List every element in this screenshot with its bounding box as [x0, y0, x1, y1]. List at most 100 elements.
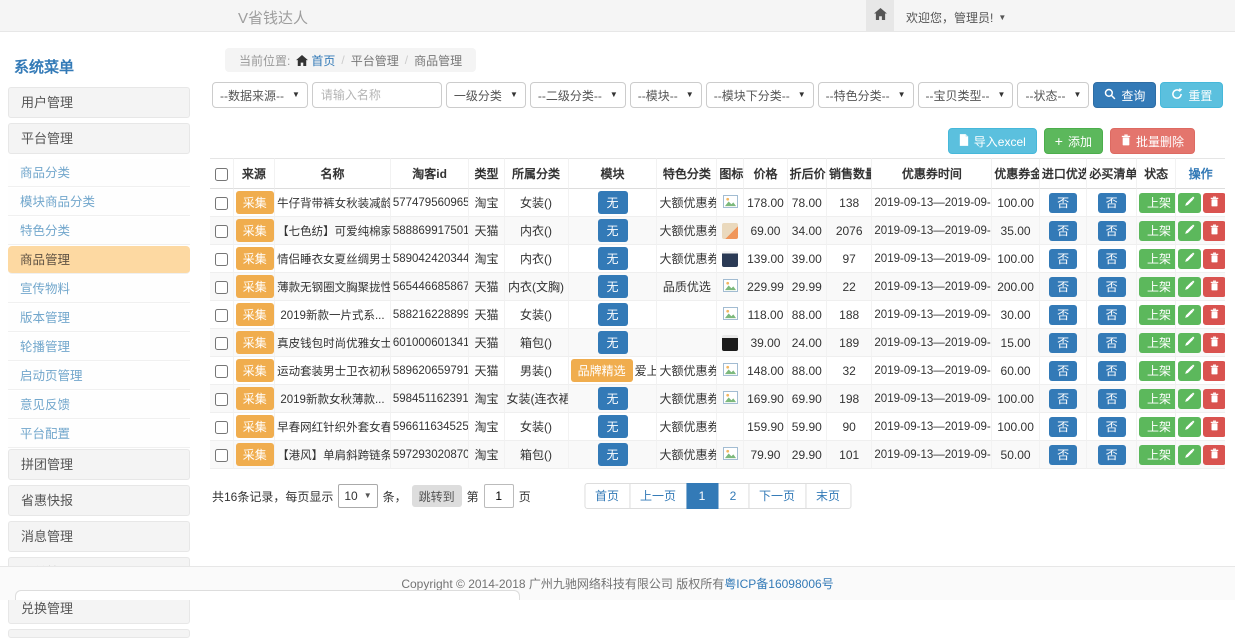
row-checkbox[interactable] — [215, 253, 228, 266]
row-checkbox[interactable] — [215, 225, 228, 238]
jump-to-button[interactable]: 跳转到 — [412, 485, 462, 507]
delete-button[interactable] — [1203, 445, 1225, 465]
import-optimal-toggle[interactable]: 否 — [1049, 417, 1077, 437]
status-button[interactable]: 上架 — [1139, 221, 1175, 241]
sidebar-item-3[interactable]: 商品分类 — [8, 159, 190, 187]
filter-select-5[interactable]: --模块--▼ — [630, 82, 702, 108]
delete-button[interactable] — [1203, 221, 1225, 241]
must-buy-toggle[interactable]: 否 — [1098, 249, 1126, 269]
row-checkbox[interactable] — [215, 281, 228, 294]
last-page-button[interactable]: 末页 — [805, 483, 851, 509]
icp-link[interactable]: 粤ICP备16098006号 — [724, 575, 833, 592]
sidebar-item-11[interactable]: 意见反馈 — [8, 391, 190, 419]
delete-button[interactable] — [1203, 417, 1225, 437]
must-buy-toggle[interactable]: 否 — [1098, 333, 1126, 353]
status-button[interactable]: 上架 — [1139, 277, 1175, 297]
must-buy-toggle[interactable]: 否 — [1098, 277, 1126, 297]
must-buy-toggle[interactable]: 否 — [1098, 305, 1126, 325]
import-optimal-toggle[interactable]: 否 — [1049, 333, 1077, 353]
import-optimal-toggle[interactable]: 否 — [1049, 361, 1077, 381]
prev-page-button[interactable]: 上一页 — [629, 483, 687, 509]
sidebar-item-1[interactable]: 用户管理 — [8, 87, 190, 118]
row-checkbox[interactable] — [215, 197, 228, 210]
import-optimal-toggle[interactable]: 否 — [1049, 389, 1077, 409]
breadcrumb-home-link[interactable]: 首页 — [296, 52, 335, 69]
filter-select-6[interactable]: --模块下分类--▼ — [706, 82, 814, 108]
reset-button[interactable]: 重置 — [1160, 82, 1223, 108]
sidebar-item-10[interactable]: 启动页管理 — [8, 362, 190, 390]
sidebar-item-9[interactable]: 轮播管理 — [8, 333, 190, 361]
filter-select-3[interactable]: 一级分类▼ — [446, 82, 526, 108]
edit-button[interactable] — [1178, 361, 1201, 381]
delete-button[interactable] — [1203, 305, 1225, 325]
edit-button[interactable] — [1178, 193, 1201, 213]
edit-button[interactable] — [1178, 417, 1201, 437]
edit-button[interactable] — [1178, 333, 1201, 353]
row-checkbox[interactable] — [215, 393, 228, 406]
import-optimal-toggle[interactable]: 否 — [1049, 445, 1077, 465]
user-menu[interactable]: 欢迎您，管理员! ▼ — [906, 9, 1006, 26]
edit-button[interactable] — [1178, 277, 1201, 297]
row-checkbox[interactable] — [215, 337, 228, 350]
sidebar-item-7[interactable]: 宣传物料 — [8, 275, 190, 303]
edit-button[interactable] — [1178, 389, 1201, 409]
page-number-button[interactable]: 1 — [686, 483, 718, 509]
status-button[interactable]: 上架 — [1139, 193, 1175, 213]
delete-button[interactable] — [1203, 361, 1225, 381]
must-buy-toggle[interactable]: 否 — [1098, 445, 1126, 465]
must-buy-toggle[interactable]: 否 — [1098, 389, 1126, 409]
row-checkbox[interactable] — [215, 365, 228, 378]
select-all-checkbox[interactable] — [215, 168, 228, 181]
delete-button[interactable] — [1203, 193, 1225, 213]
import-optimal-toggle[interactable]: 否 — [1049, 221, 1077, 241]
row-checkbox[interactable] — [215, 449, 228, 462]
edit-button[interactable] — [1178, 221, 1201, 241]
name-search-input[interactable] — [312, 82, 442, 108]
batch-delete-button[interactable]: 批量删除 — [1110, 128, 1195, 154]
must-buy-toggle[interactable]: 否 — [1098, 193, 1126, 213]
edit-button[interactable] — [1178, 249, 1201, 269]
status-button[interactable]: 上架 — [1139, 361, 1175, 381]
import-optimal-toggle[interactable]: 否 — [1049, 305, 1077, 325]
row-checkbox[interactable] — [215, 309, 228, 322]
must-buy-toggle[interactable]: 否 — [1098, 417, 1126, 437]
filter-select-9[interactable]: --状态--▼ — [1017, 82, 1089, 108]
status-button[interactable]: 上架 — [1139, 249, 1175, 269]
sidebar-item-8[interactable]: 版本管理 — [8, 304, 190, 332]
must-buy-toggle[interactable]: 否 — [1098, 361, 1126, 381]
status-button[interactable]: 上架 — [1139, 445, 1175, 465]
query-button[interactable]: 查询 — [1093, 82, 1156, 108]
sidebar-item-6[interactable]: 商品管理 — [8, 246, 190, 274]
add-button[interactable]: + 添加 — [1044, 128, 1103, 154]
import-optimal-toggle[interactable]: 否 — [1049, 249, 1077, 269]
sidebar-item-18[interactable]: 结算管理 — [8, 629, 190, 638]
sidebar-item-12[interactable]: 平台配置 — [8, 420, 190, 448]
page-number-button[interactable]: 2 — [717, 483, 749, 509]
edit-button[interactable] — [1178, 305, 1201, 325]
next-page-button[interactable]: 下一页 — [748, 483, 806, 509]
row-checkbox[interactable] — [215, 421, 228, 434]
header-home-button[interactable] — [866, 0, 894, 31]
sidebar-item-13[interactable]: 拼团管理 — [8, 449, 190, 480]
import-optimal-toggle[interactable]: 否 — [1049, 193, 1077, 213]
sidebar-item-15[interactable]: 消息管理 — [8, 521, 190, 552]
status-button[interactable]: 上架 — [1139, 333, 1175, 353]
filter-select-7[interactable]: --特色分类--▼ — [818, 82, 914, 108]
status-button[interactable]: 上架 — [1139, 305, 1175, 325]
delete-button[interactable] — [1203, 389, 1225, 409]
status-button[interactable]: 上架 — [1139, 389, 1175, 409]
import-excel-button[interactable]: 导入excel — [948, 128, 1037, 154]
edit-button[interactable] — [1178, 445, 1201, 465]
sidebar-item-14[interactable]: 省惠快报 — [8, 485, 190, 516]
filter-select-4[interactable]: --二级分类--▼ — [530, 82, 626, 108]
delete-button[interactable] — [1203, 249, 1225, 269]
filter-select-1[interactable]: --数据来源--▼ — [212, 82, 308, 108]
per-page-select[interactable]: 10 ▼ — [338, 484, 377, 508]
sidebar-item-5[interactable]: 特色分类 — [8, 217, 190, 245]
filter-select-8[interactable]: --宝贝类型--▼ — [918, 82, 1014, 108]
delete-button[interactable] — [1203, 333, 1225, 353]
jump-page-input[interactable] — [484, 484, 514, 508]
sidebar-item-4[interactable]: 模块商品分类 — [8, 188, 190, 216]
must-buy-toggle[interactable]: 否 — [1098, 221, 1126, 241]
sidebar-item-2[interactable]: 平台管理 — [8, 123, 190, 154]
